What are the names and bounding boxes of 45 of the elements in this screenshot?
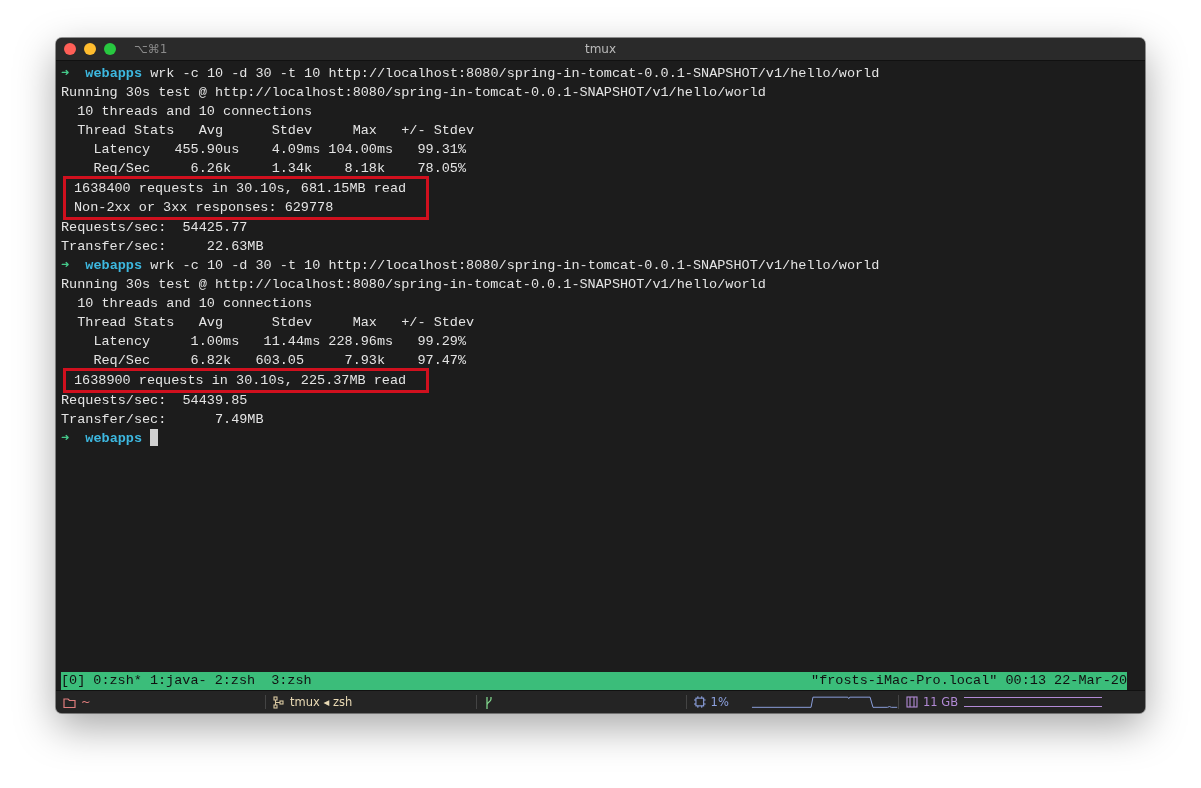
- window-tab[interactable]: 0:zsh*: [93, 673, 142, 688]
- zoom-button[interactable]: [104, 43, 116, 55]
- window-tab[interactable]: 2:zsh: [214, 673, 256, 688]
- window-title: tmux: [584, 42, 617, 56]
- output-line: Thread Stats Avg Stdev Max +/- Stdev: [76, 123, 475, 138]
- close-button[interactable]: [64, 43, 76, 55]
- output-line: 1638400 requests in 30.10s, 681.15MB read: [74, 181, 407, 196]
- output-line: 10 threads and 10 connections: [76, 104, 313, 119]
- output-line: Non-2xx or 3xx responses: 629778: [74, 200, 334, 215]
- output-line: 1638900 requests in 30.10s, 225.37MB read: [74, 373, 407, 388]
- cpu-usage-label: 1%: [710, 695, 729, 709]
- git-branch-icon: [484, 695, 494, 709]
- memory-icon: [906, 696, 918, 708]
- shortcut-label: ⌥⌘1: [134, 42, 168, 56]
- session-path-label: tmux ◂ zsh: [290, 695, 353, 709]
- output-line: Latency 1.00ms 11.44ms 228.96ms 99.29%: [92, 334, 467, 349]
- prompt-directory: webapps: [85, 66, 143, 81]
- command-text: wrk -c 10 -d 30 -t 10 http://localhost:8080/spring-in-tomcat-0.0.1-SNAPSHOT/v1/hello/world: [150, 66, 880, 81]
- output-line: Transfer/sec: 7.49MB: [61, 412, 264, 427]
- output-line: Req/Sec 6.26k 1.34k 8.18k 78.05%: [92, 161, 467, 176]
- output-line: Latency 455.90us 4.09ms 104.00ms 99.31%: [92, 142, 467, 157]
- output-line: Requests/sec: 54439.85: [61, 393, 248, 408]
- host-clock-label: "frosts-iMac-Pro.local" 00:13 22-Mar-20: [811, 672, 1127, 690]
- output-line: Transfer/sec: 22.63MB: [61, 239, 264, 254]
- output-line: Req/Sec 6.82k 603.05 7.93k 97.47%: [92, 353, 467, 368]
- output-line: Running 30s test @ http://localhost:8080/spring-in-tomcat-0.0.1-SNAPSHOT/v1/hello/world: [61, 85, 766, 100]
- prompt-arrow: ➜: [61, 431, 70, 446]
- prompt-directory: webapps: [85, 431, 143, 446]
- output-line: Running 30s test @ http://localhost:8080/spring-in-tomcat-0.0.1-SNAPSHOT/v1/hello/world: [61, 277, 766, 292]
- output-line: 10 threads and 10 connections: [76, 296, 313, 311]
- output-line: Requests/sec: 54425.77: [61, 220, 248, 235]
- command-text: wrk -c 10 -d 30 -t 10 http://localhost:8080/spring-in-tomcat-0.0.1-SNAPSHOT/v1/hello/world: [150, 258, 880, 273]
- directory-label: ~: [81, 695, 91, 709]
- memory-usage-label: 11 GB: [923, 695, 959, 709]
- prompt-arrow: ➜: [61, 258, 70, 273]
- output-line: Thread Stats Avg Stdev Max +/- Stdev: [76, 315, 475, 330]
- window-tab[interactable]: 1:java-: [149, 673, 207, 688]
- window-tab[interactable]: 3:zsh: [271, 673, 312, 688]
- prompt-arrow: ➜: [61, 66, 70, 81]
- prompt-directory: webapps: [85, 258, 143, 273]
- session-label: [0]: [61, 673, 86, 688]
- cpu-icon: [694, 696, 706, 708]
- minimize-button[interactable]: [84, 43, 96, 55]
- branch-icon: [273, 695, 285, 709]
- folder-icon: [63, 696, 76, 708]
